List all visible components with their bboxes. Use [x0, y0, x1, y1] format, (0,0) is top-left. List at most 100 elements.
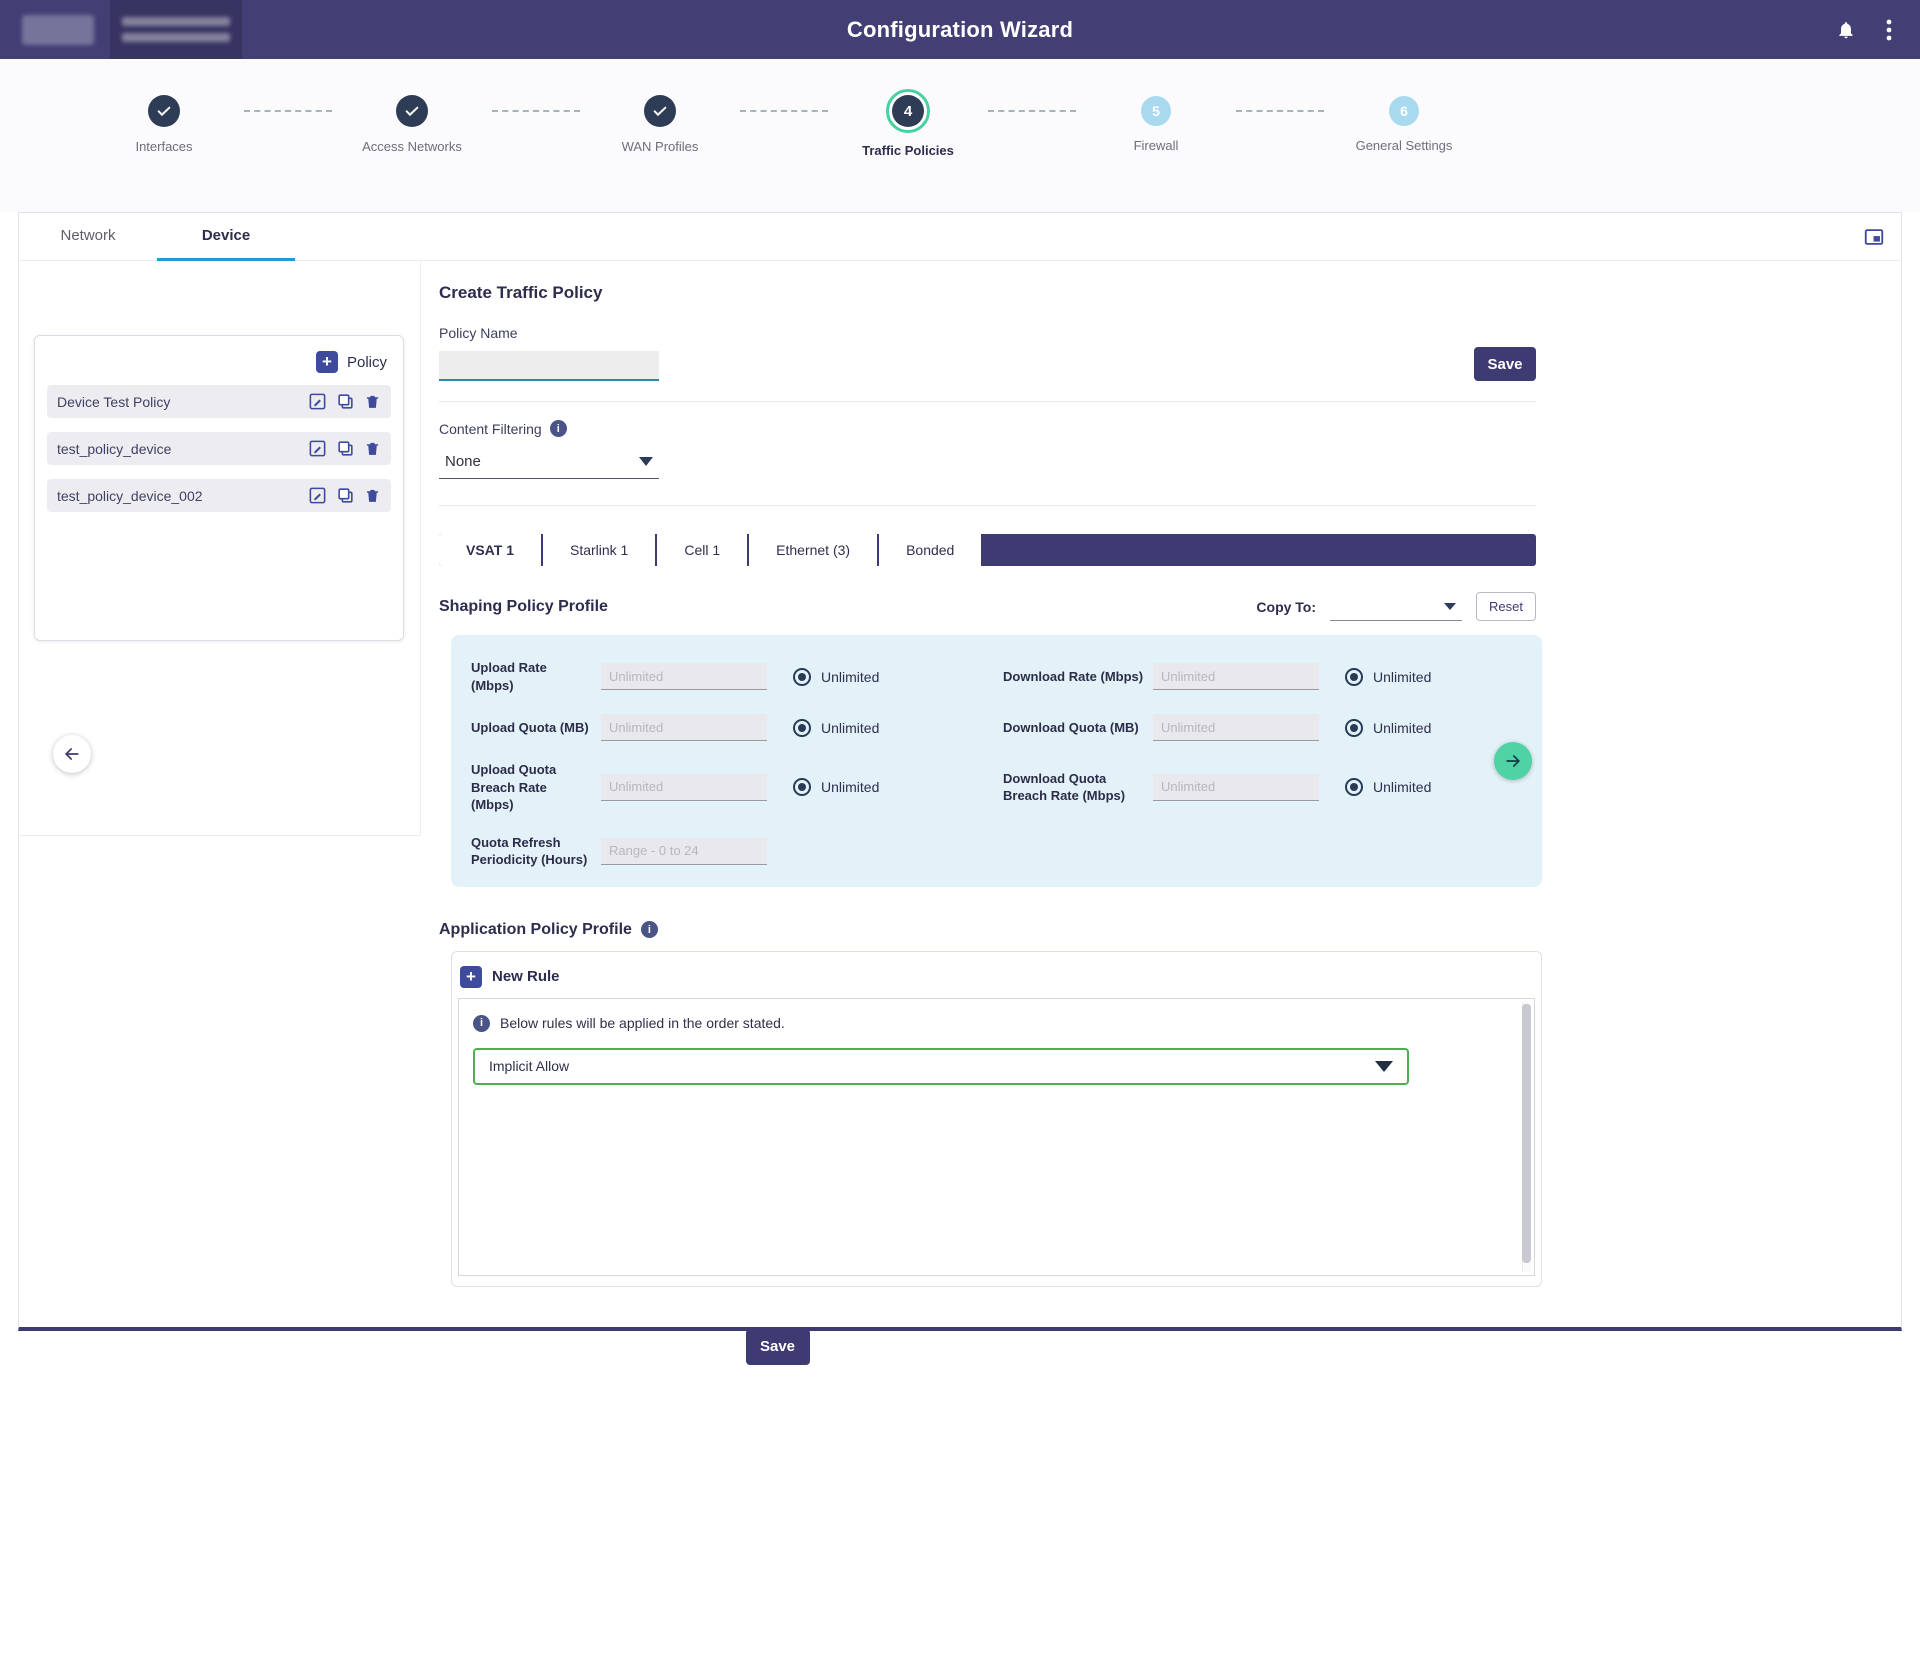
step-firewall[interactable]: 5 Firewall	[1076, 95, 1236, 153]
wizard-stepper: Interfaces Access Networks WAN Profiles …	[0, 59, 1920, 212]
brand-logo	[22, 15, 94, 45]
step-interfaces[interactable]: Interfaces	[84, 95, 244, 154]
step-complete-icon	[644, 95, 676, 127]
scrollbar-track[interactable]	[1522, 1002, 1531, 1272]
step-general-settings[interactable]: 6 General Settings	[1324, 95, 1484, 153]
reset-button[interactable]: Reset	[1476, 592, 1536, 621]
tab-cell-1[interactable]: Cell 1	[657, 534, 749, 566]
quota-refresh-periodicity-input[interactable]	[601, 838, 767, 865]
upload-quota-unlimited-radio[interactable]	[793, 719, 811, 737]
create-policy-title: Create Traffic Policy	[439, 283, 1542, 303]
save-button[interactable]: Save	[746, 1329, 810, 1365]
info-icon[interactable]: i	[550, 420, 567, 437]
add-rule-plus-icon[interactable]: +	[460, 966, 482, 988]
tab-network[interactable]: Network	[19, 213, 157, 261]
new-rule-label[interactable]: New Rule	[492, 968, 560, 985]
download-rate-input[interactable]	[1153, 663, 1319, 690]
rule-name: Implicit Allow	[489, 1058, 569, 1074]
rules-order-info-text: Below rules will be applied in the order…	[500, 1015, 785, 1031]
edit-policy-icon[interactable]	[308, 392, 327, 411]
copy-policy-icon[interactable]	[336, 486, 355, 505]
stepper-connector	[492, 110, 580, 112]
download-quota-breach-unlimited-radio[interactable]	[1345, 778, 1363, 796]
content-filtering-select[interactable]: None	[439, 445, 659, 479]
stepper-connector	[988, 110, 1076, 112]
policy-list-item[interactable]: Device Test Policy	[47, 385, 391, 418]
download-rate-unlimited-radio[interactable]	[1345, 668, 1363, 686]
tab-vsat-1[interactable]: VSAT 1	[439, 534, 543, 566]
copy-policy-icon[interactable]	[336, 392, 355, 411]
add-policy-plus-icon[interactable]: +	[316, 351, 338, 373]
implicit-allow-rule[interactable]: Implicit Allow	[473, 1048, 1409, 1085]
expand-window-icon[interactable]	[1863, 226, 1885, 253]
application-policy-title: Application Policy Profile	[439, 921, 632, 939]
shaping-policy-title: Shaping Policy Profile	[439, 598, 608, 616]
chevron-down-icon	[1444, 603, 1456, 610]
site-name-line-2	[122, 33, 230, 42]
shaping-fields-panel: Upload Rate (Mbps) Unlimited Download Ra…	[451, 635, 1542, 887]
delete-policy-icon[interactable]	[364, 439, 381, 458]
page-title: Configuration Wizard	[847, 17, 1073, 43]
stepper-connector	[740, 110, 828, 112]
policy-name: test_policy_device	[57, 441, 171, 457]
copy-to-select[interactable]	[1330, 593, 1462, 621]
notifications-bell-icon[interactable]	[1836, 19, 1856, 41]
back-button[interactable]	[53, 735, 91, 773]
next-interface-button[interactable]	[1494, 742, 1532, 780]
upload-rate-unlimited-radio[interactable]	[793, 668, 811, 686]
unlimited-label: Unlimited	[821, 779, 907, 795]
tab-starlink-1[interactable]: Starlink 1	[543, 534, 657, 566]
site-name-line-1	[122, 17, 230, 26]
add-policy-label[interactable]: Policy	[347, 354, 387, 371]
step-active-ring: 4	[886, 89, 930, 133]
download-quota-unlimited-radio[interactable]	[1345, 719, 1363, 737]
download-quota-breach-rate-input[interactable]	[1153, 774, 1319, 801]
policy-name: Device Test Policy	[57, 394, 170, 410]
save-policy-button[interactable]: Save	[1474, 347, 1536, 381]
step-traffic-policies[interactable]: 4 Traffic Policies	[828, 95, 988, 158]
edit-policy-icon[interactable]	[308, 486, 327, 505]
delete-policy-icon[interactable]	[364, 392, 381, 411]
policy-name-input[interactable]	[439, 351, 659, 381]
kebab-menu-icon[interactable]	[1886, 18, 1892, 42]
tab-bonded[interactable]: Bonded	[879, 534, 983, 566]
copy-policy-icon[interactable]	[336, 439, 355, 458]
step-wan-profiles[interactable]: WAN Profiles	[580, 95, 740, 154]
policy-list-item[interactable]: test_policy_device_002	[47, 479, 391, 512]
step-label: General Settings	[1356, 138, 1453, 153]
unlimited-label: Unlimited	[1373, 669, 1459, 685]
step-label: Interfaces	[135, 139, 192, 154]
step-number: 6	[1389, 96, 1419, 126]
step-number: 5	[1141, 96, 1171, 126]
step-label: Traffic Policies	[862, 143, 954, 158]
upload-rate-label: Upload Rate (Mbps)	[471, 659, 593, 694]
policy-list-card: + Policy Device Test Policy test_policy_…	[34, 335, 404, 641]
info-icon[interactable]: i	[641, 921, 658, 938]
network-device-tabs: Network Device	[19, 213, 1901, 261]
stepper-connector	[1236, 110, 1324, 112]
delete-policy-icon[interactable]	[364, 486, 381, 505]
upload-quota-breach-rate-input[interactable]	[601, 774, 767, 801]
edit-policy-icon[interactable]	[308, 439, 327, 458]
step-access-networks[interactable]: Access Networks	[332, 95, 492, 154]
step-complete-icon	[148, 95, 180, 127]
scrollbar-thumb[interactable]	[1522, 1004, 1531, 1263]
quota-refresh-periodicity-label: Quota Refresh Periodicity (Hours)	[471, 834, 593, 869]
tab-ethernet-3[interactable]: Ethernet (3)	[749, 534, 879, 566]
content-filtering-label: Content Filtering	[439, 421, 542, 437]
upload-quota-input[interactable]	[601, 714, 767, 741]
policy-list-item[interactable]: test_policy_device	[47, 432, 391, 465]
upload-quota-label: Upload Quota (MB)	[471, 719, 593, 737]
step-complete-icon	[396, 95, 428, 127]
step-number: 4	[892, 95, 924, 127]
tab-device[interactable]: Device	[157, 213, 295, 261]
upload-quota-breach-unlimited-radio[interactable]	[793, 778, 811, 796]
step-label: Access Networks	[362, 139, 462, 154]
unlimited-label: Unlimited	[821, 669, 907, 685]
site-name-block	[110, 0, 242, 59]
interface-tab-bar: VSAT 1 Starlink 1 Cell 1 Ethernet (3) Bo…	[439, 534, 1536, 566]
download-quota-input[interactable]	[1153, 714, 1319, 741]
divider	[439, 505, 1536, 506]
app-header: Configuration Wizard	[0, 0, 1920, 59]
upload-rate-input[interactable]	[601, 663, 767, 690]
